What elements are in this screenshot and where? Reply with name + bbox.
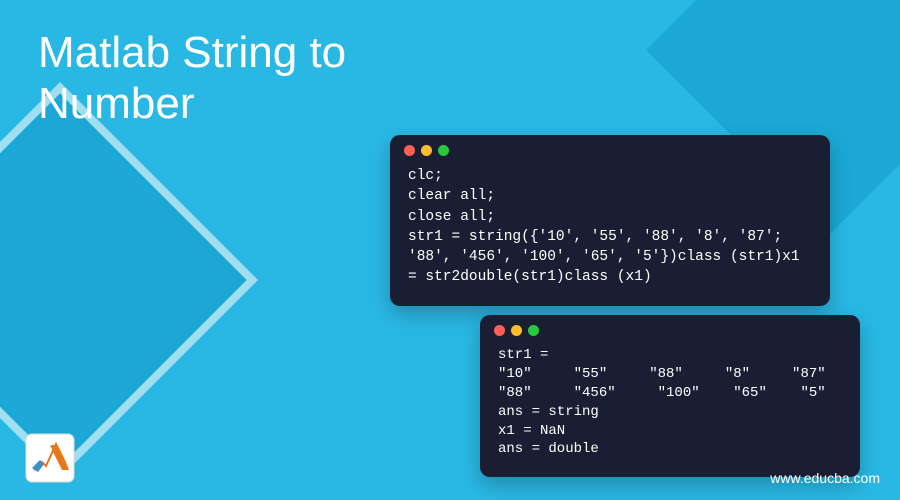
maximize-icon [528,325,539,336]
code-input-content: clc; clear all; close all; str1 = string… [390,162,830,306]
window-controls [480,315,860,342]
code-window-output: str1 = "10" "55" "88" "8" "87" "88" "456… [480,315,860,477]
minimize-icon [511,325,522,336]
code-window-input: clc; clear all; close all; str1 = string… [390,135,830,306]
close-icon [404,145,415,156]
minimize-icon [421,145,432,156]
bg-decor-left [0,82,258,478]
watermark: www.educba.com [770,470,880,486]
maximize-icon [438,145,449,156]
close-icon [494,325,505,336]
page-title: Matlab String to Number [38,28,346,129]
window-controls [390,135,830,162]
title-line1: Matlab String to [38,28,346,77]
matlab-logo-icon [24,432,76,484]
title-line2: Number [38,79,195,128]
code-output-content: str1 = "10" "55" "88" "8" "87" "88" "456… [480,342,860,477]
